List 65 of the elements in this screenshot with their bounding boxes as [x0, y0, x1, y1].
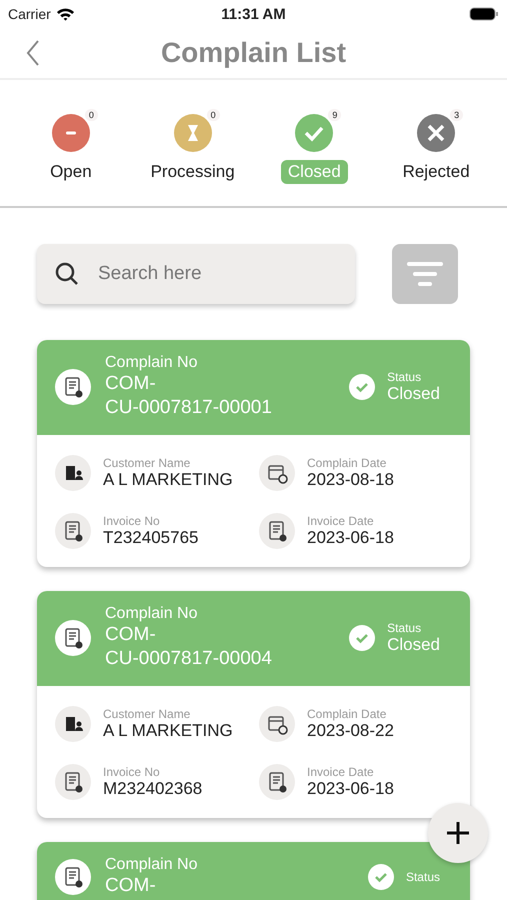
- add-button[interactable]: [428, 803, 488, 863]
- complain-number: COM- CU-0007817-00004: [105, 623, 273, 671]
- detail-value: 2023-06-18: [307, 528, 394, 548]
- detail-value: T232405765: [103, 528, 198, 548]
- detail-value: 2023-08-22: [307, 721, 394, 741]
- status-time: 11:31 AM: [220, 6, 287, 22]
- detail-label: Invoice No: [103, 765, 161, 779]
- complain-number: COM- CU-0007817-00001: [105, 372, 273, 420]
- battery-icon: [469, 7, 499, 21]
- count-badge: 9: [328, 109, 342, 121]
- count-badge: 3: [450, 109, 464, 121]
- calendar-clock-icon: [259, 455, 295, 491]
- plus-icon: [445, 820, 471, 846]
- check-circle-icon: [368, 864, 394, 890]
- count-badge: 0: [84, 109, 98, 121]
- detail-label: Customer Name: [103, 707, 192, 721]
- status-label: Status: [387, 621, 422, 635]
- filter-tab[interactable]: Open: [43, 160, 99, 184]
- document-icon: [259, 513, 295, 549]
- detail-value: M232402368: [103, 779, 202, 799]
- detail-value: 2023-06-18: [307, 779, 394, 799]
- document-icon: [55, 513, 91, 549]
- status-value: Closed: [387, 635, 440, 655]
- building-person-icon: [55, 455, 91, 491]
- filter-tab[interactable]: Processing: [144, 160, 242, 184]
- complain-no-label: Complain No: [105, 856, 198, 874]
- filter-button[interactable]: [392, 244, 458, 304]
- back-button[interactable]: [26, 40, 40, 66]
- document-icon: [55, 369, 91, 405]
- filter-icon: [407, 261, 443, 287]
- detail-value: 2023-08-18: [307, 470, 394, 490]
- minus-circle-icon[interactable]: [52, 114, 90, 152]
- detail-value: A L MARKETING: [103, 470, 233, 490]
- check-circle-icon[interactable]: [295, 114, 334, 152]
- hourglass-circle-icon[interactable]: [174, 114, 212, 152]
- document-icon: [55, 764, 91, 800]
- status-value: Closed: [387, 384, 440, 404]
- document-icon: [55, 620, 91, 656]
- complaint-card[interactable]: Complain No COM- CU-0007817-00001 Status Closed Customer Name A L MARKETING Complain Date 2023-08-18 Invoice No T232405765 Invoice Date 2023-06-18: [37, 340, 470, 567]
- check-circle-icon: [349, 625, 376, 651]
- detail-label: Complain Date: [307, 456, 388, 470]
- detail-value: A L MARKETING: [103, 721, 233, 741]
- wifi-icon: [56, 7, 75, 21]
- document-icon: [259, 764, 295, 800]
- search-field[interactable]: Search here: [37, 244, 355, 304]
- complain-number: COM-: [105, 874, 157, 898]
- filter-tab[interactable]: Rejected: [396, 160, 477, 184]
- document-icon: [55, 859, 91, 895]
- complain-no-label: Complain No: [105, 605, 198, 623]
- complain-no-label: Complain No: [105, 354, 198, 372]
- count-badge: 0: [206, 109, 220, 121]
- page-title: Complain List: [160, 37, 346, 69]
- detail-label: Complain Date: [307, 707, 388, 721]
- status-label: Status: [387, 370, 422, 384]
- status-label: Status: [406, 870, 440, 884]
- detail-label: Invoice Date: [307, 514, 375, 528]
- detail-label: Invoice Date: [307, 765, 375, 779]
- calendar-clock-icon: [259, 706, 295, 742]
- building-person-icon: [55, 706, 91, 742]
- cross-circle-icon[interactable]: [417, 114, 456, 152]
- carrier-name: Carrier: [8, 6, 51, 22]
- check-circle-icon: [349, 374, 376, 400]
- detail-label: Customer Name: [103, 456, 192, 470]
- complaint-card[interactable]: Complain No COM- CU-0007817-00004 Status Closed Customer Name A L MARKETING Complain Date 2023-08-22 Invoice No M232402368 Invoice Date 2023-06-18: [37, 591, 470, 818]
- detail-label: Invoice No: [103, 514, 161, 528]
